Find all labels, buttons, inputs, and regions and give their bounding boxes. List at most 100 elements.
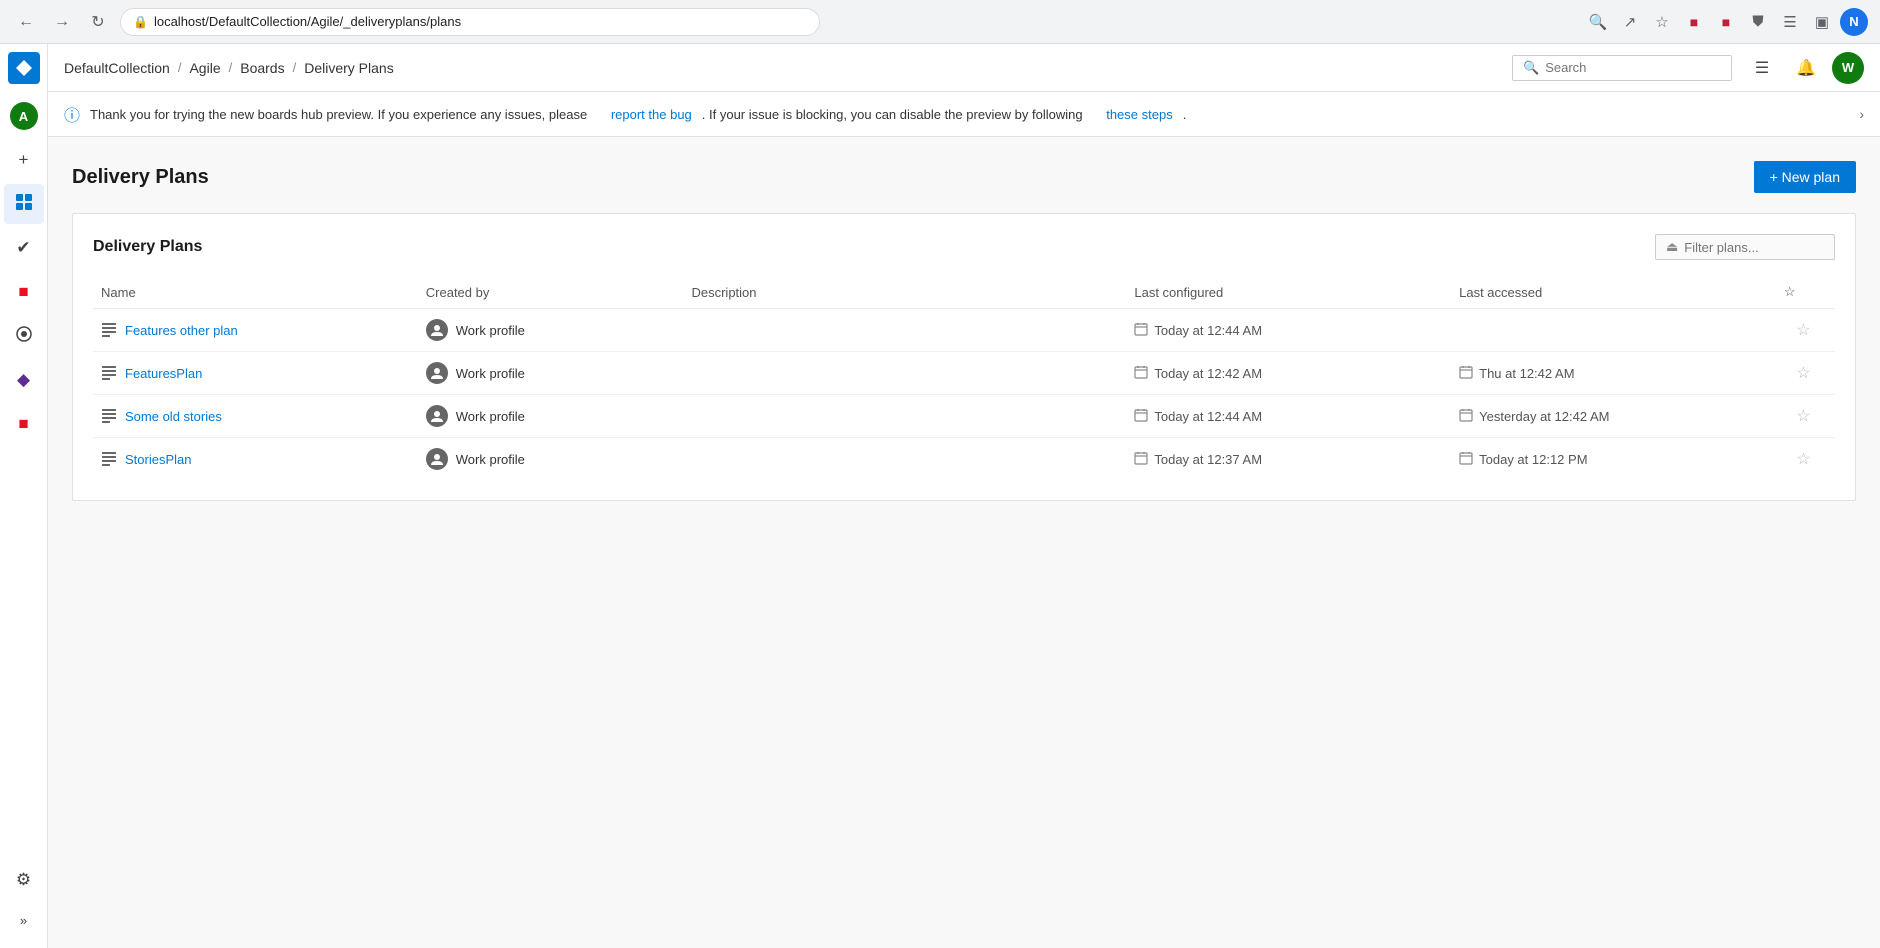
sidebar-item-tasks[interactable]: ✔ <box>4 228 44 268</box>
star-cell-2[interactable]: ☆ <box>1776 395 1835 438</box>
breadcrumb-defaultcollection[interactable]: DefaultCollection <box>64 60 170 76</box>
main-area: DefaultCollection / Agile / Boards / Del… <box>48 44 1880 948</box>
ext2-icon[interactable]: ■ <box>1712 8 1740 36</box>
plan-icon-1 <box>101 364 117 383</box>
browser-profile-avatar[interactable]: N <box>1840 8 1868 36</box>
star-cell-3[interactable]: ☆ <box>1776 438 1835 481</box>
expand-button[interactable]: » <box>4 900 44 940</box>
last-configured-cell-1: Today at 12:42 AM <box>1126 352 1451 395</box>
forward-button[interactable]: → <box>48 8 76 36</box>
sidebar-item-boards[interactable] <box>4 184 44 224</box>
access-clock-icon-1 <box>1459 365 1473 382</box>
refresh-button[interactable]: ↻ <box>84 8 112 36</box>
plan-name-cell-3[interactable]: StoriesPlan <box>93 438 418 481</box>
col-header-star: ☆ <box>1776 276 1835 309</box>
settings-button[interactable]: ⚙ <box>4 860 44 900</box>
star-button-3[interactable]: ☆ <box>1796 449 1810 469</box>
zoom-icon[interactable]: 🔍 <box>1584 8 1612 36</box>
search-icon: 🔍 <box>1523 60 1539 76</box>
banner-text-before: Thank you for trying the new boards hub … <box>90 107 587 122</box>
warning-icon: ■ <box>18 282 28 302</box>
sidebar-item-pipelines[interactable]: ◆ <box>4 360 44 400</box>
expand-icon: » <box>20 913 27 928</box>
banner-text-middle: . If your issue is blocking, you can dis… <box>702 107 1083 122</box>
sidebar-item-artifacts[interactable]: ■ <box>4 404 44 444</box>
plan-name-cell-2[interactable]: Some old stories <box>93 395 418 438</box>
created-by-cell-3: Work profile <box>418 438 684 481</box>
search-input[interactable] <box>1545 60 1721 75</box>
back-button[interactable]: ← <box>12 8 40 36</box>
table-row: Some old stories <box>93 395 1835 438</box>
description-cell-1 <box>683 352 1126 395</box>
clock-icon-1 <box>1134 365 1148 382</box>
list-icon[interactable]: ☰ <box>1744 50 1780 86</box>
address-bar[interactable]: 🔒 localhost/DefaultCollection/Agile/_del… <box>120 8 820 36</box>
report-bug-link[interactable]: report the bug <box>611 107 692 122</box>
new-plan-button[interactable]: + New plan <box>1754 161 1856 193</box>
description-cell-3 <box>683 438 1126 481</box>
last-configured-text-1: Today at 12:42 AM <box>1154 366 1262 381</box>
breadcrumb-boards[interactable]: Boards <box>240 60 284 76</box>
app-logo[interactable] <box>8 52 40 84</box>
sidebar-item-alerts[interactable]: ■ <box>4 272 44 312</box>
filter-icon: ⏏ <box>1666 239 1678 255</box>
browser-actions: 🔍 ↗ ☆ ■ ■ ⛊ ☰ ▣ N <box>1584 8 1868 36</box>
star-button-0[interactable]: ☆ <box>1796 320 1810 340</box>
star-cell-0[interactable]: ☆ <box>1776 309 1835 352</box>
table-row: StoriesPlan <box>93 438 1835 481</box>
description-cell-0 <box>683 309 1126 352</box>
last-configured-text-0: Today at 12:44 AM <box>1154 323 1262 338</box>
star-button-2[interactable]: ☆ <box>1796 406 1810 426</box>
breadcrumb-sep-1: / <box>178 60 182 75</box>
created-by-cell-0: Work profile <box>418 309 684 352</box>
plan-icon-3 <box>101 450 117 469</box>
queue-icon[interactable]: ☰ <box>1776 8 1804 36</box>
ext1-icon[interactable]: ■ <box>1680 8 1708 36</box>
col-header-description: Description <box>683 276 1126 309</box>
last-accessed-cell-3: Today at 12:12 PM <box>1451 438 1776 481</box>
access-clock-icon-2 <box>1459 408 1473 425</box>
bell-icon[interactable]: 🔔 <box>1788 50 1824 86</box>
plan-name-cell-1[interactable]: FeaturesPlan <box>93 352 418 395</box>
content-area: Delivery Plans + New plan Delivery Plans… <box>48 137 1880 948</box>
share-icon[interactable]: ↗ <box>1616 8 1644 36</box>
created-by-text-2: Work profile <box>456 409 525 424</box>
last-accessed-cell-2: Yesterday at 12:42 AM <box>1451 395 1776 438</box>
clock-icon-2 <box>1134 408 1148 425</box>
table-row: FeaturesPlan <box>93 352 1835 395</box>
pip-icon[interactable]: ▣ <box>1808 8 1836 36</box>
nav-profile-avatar[interactable]: W <box>1832 52 1864 84</box>
created-by-cell-1: Work profile <box>418 352 684 395</box>
created-by-text-0: Work profile <box>456 323 525 338</box>
user-avatar: A <box>10 102 38 130</box>
search-box[interactable]: 🔍 <box>1512 55 1732 81</box>
filter-input[interactable] <box>1684 240 1824 255</box>
last-configured-cell-3: Today at 12:37 AM <box>1126 438 1451 481</box>
bookmark-icon[interactable]: ☆ <box>1648 8 1676 36</box>
plan-name-cell-0[interactable]: Features other plan <box>93 309 418 352</box>
plan-name-text-2: Some old stories <box>125 409 222 424</box>
banner-text-after: . <box>1183 107 1187 122</box>
these-steps-link[interactable]: these steps <box>1106 107 1173 122</box>
info-icon: ⓘ <box>64 102 80 126</box>
star-cell-1[interactable]: ☆ <box>1776 352 1835 395</box>
col-header-last-configured: Last configured <box>1126 276 1451 309</box>
sidebar-item-new[interactable]: + <box>4 140 44 180</box>
flask-icon: ◆ <box>17 370 30 390</box>
plans-card-header: Delivery Plans ⏏ <box>93 234 1835 260</box>
star-button-1[interactable]: ☆ <box>1796 363 1810 383</box>
breadcrumb-agile[interactable]: Agile <box>189 60 220 76</box>
sidebar-item-repos[interactable] <box>4 316 44 356</box>
sidebar-item-avatar[interactable]: A <box>4 96 44 136</box>
breadcrumb-sep-3: / <box>293 60 297 75</box>
info-banner: ⓘ Thank you for trying the new boards hu… <box>48 92 1880 137</box>
repo-icon <box>15 325 33 348</box>
boards-icon <box>15 193 33 216</box>
filter-box[interactable]: ⏏ <box>1655 234 1835 260</box>
extensions-icon[interactable]: ⛊ <box>1744 8 1772 36</box>
created-by-cell-2: Work profile <box>418 395 684 438</box>
plus-icon: + <box>19 150 29 170</box>
url-text: localhost/DefaultCollection/Agile/_deliv… <box>154 14 461 29</box>
last-configured-cell-0: Today at 12:44 AM <box>1126 309 1451 352</box>
banner-dismiss-button[interactable]: › <box>1859 106 1864 122</box>
